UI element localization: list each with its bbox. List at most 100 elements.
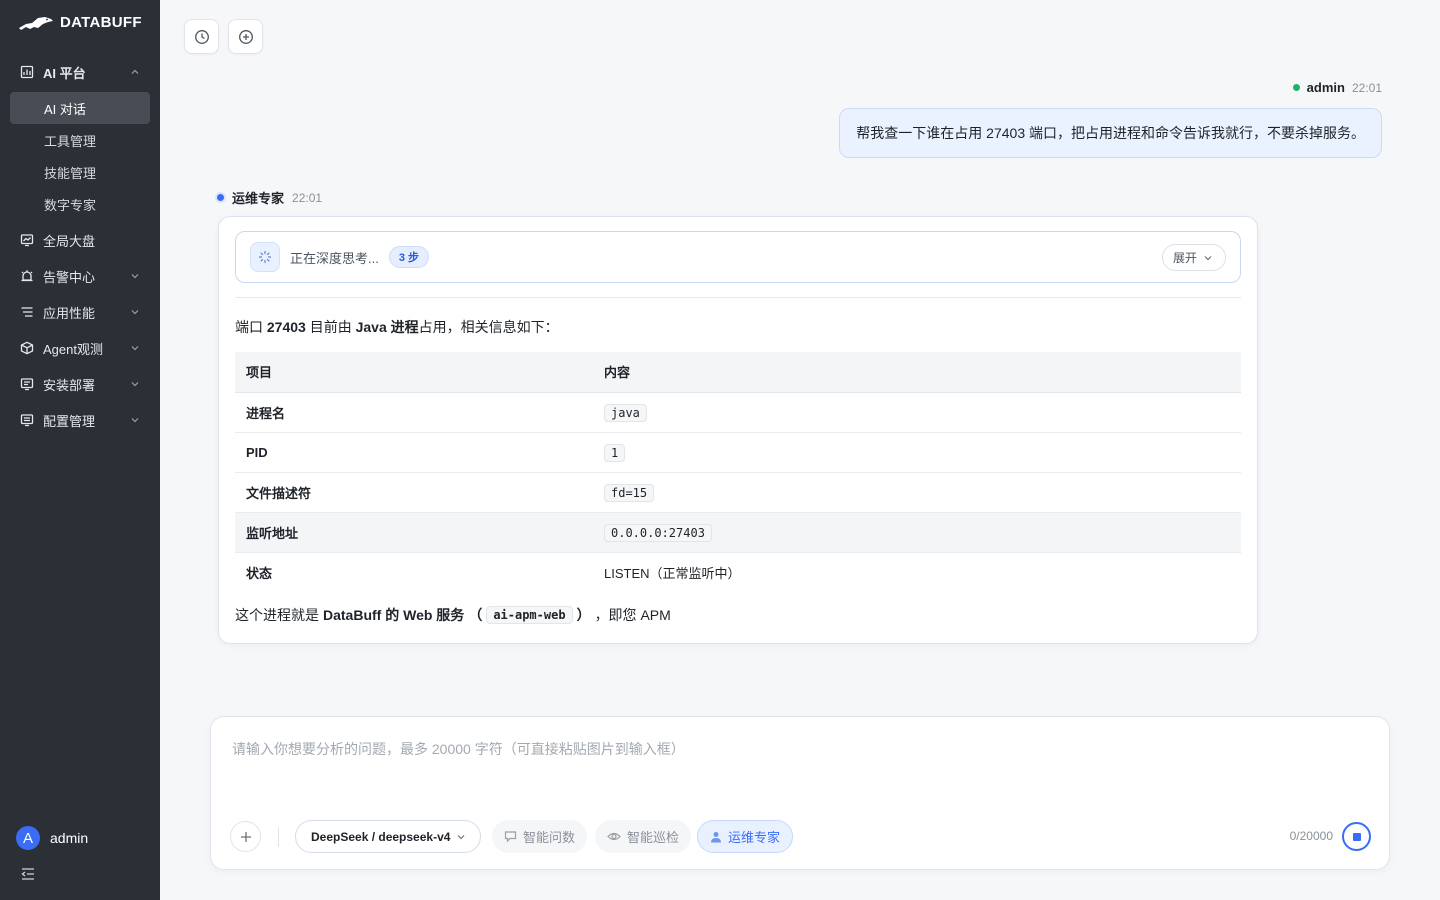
agent-name: 运维专家 [232,191,285,206]
plus-circle-icon [238,29,253,44]
table-header-cell: 项目 [246,365,273,381]
code-value: java [604,403,647,422]
sidebar-item-ai-chat[interactable]: AI 对话 [10,92,150,124]
user-message-name: admin [1306,80,1345,95]
table-header-row: 项目 内容 [235,352,1241,392]
chat-input[interactable]: 请输入你想要分析的问题，最多 20000 字符（可直接粘贴图片到输入框） [232,739,685,759]
stop-button[interactable] [1342,822,1371,851]
intro-text: 端口 [235,319,267,335]
chevron-down-icon [457,834,465,839]
nav-app-performance[interactable]: 应用性能 [10,296,150,328]
divider [235,297,1241,298]
outro-text: 这个进程就是 [235,607,319,623]
intro-port: 27403 [266,319,306,335]
plus-icon [240,831,251,842]
mode-ops-expert[interactable]: 运维专家 [697,820,794,853]
mode-label: 智能巡检 [627,830,680,845]
chevron-down-icon [131,418,139,423]
logo-text: DATABUFF [60,14,142,31]
composer[interactable]: 请输入你想要分析的问题，最多 20000 字符（可直接粘贴图片到输入框） Dee… [210,716,1390,870]
sub-label: 数字专家 [44,197,97,213]
model-label: DeepSeek / deepseek-v4 [311,829,451,844]
sidebar-item-tools[interactable]: 工具管理 [10,124,150,156]
mode-smart-query[interactable]: 智能问数 [492,820,588,853]
table-value-cell: java [593,392,1241,432]
sub-label: 技能管理 [44,165,97,181]
agent-message-meta: 运维专家 22:01 [217,188,322,207]
thinking-panel[interactable]: 正在深度思考... 3 步 展开 [235,231,1241,283]
expand-label: 展开 [1172,251,1197,265]
code-value: 0.0.0.0:27403 [604,523,712,542]
intro-process: Java 进程 [355,319,419,335]
nav-global-dashboard[interactable]: 全局大盘 [10,224,150,256]
outro-text: ，即您 APM [594,607,671,623]
nav-install-deploy[interactable]: 安装部署 [10,368,150,400]
agent-dot [217,194,224,201]
logo[interactable]: DATABUFF [18,14,142,31]
table-value-cell: 0.0.0.0:27403 [593,512,1241,552]
nav-alarm-center[interactable]: 告警中心 [10,260,150,292]
clock-icon [194,29,209,44]
cube-icon [20,341,34,355]
table-key-cell: PID [246,444,268,460]
online-dot [1292,84,1300,91]
chart-icon [20,65,34,79]
steps-badge: 3 步 [388,246,430,268]
chevron-down-icon [131,310,139,315]
nav-ai-platform[interactable]: AI 平台 [10,56,150,88]
panther-logo-icon [19,16,53,30]
attach-button[interactable] [230,821,261,852]
table-key-cell: 监听地址 [246,525,299,541]
alarm-icon [20,269,34,283]
spinner-icon [250,242,280,272]
agent-message-card: 正在深度思考... 3 步 展开 端口 27403 目前由 Java 进程占用，… [218,216,1258,644]
intro-text: 目前由 [305,319,356,335]
nav-config-management[interactable]: 配置管理 [10,404,150,436]
nav-agent-observe[interactable]: Agent观测 [10,332,150,364]
nav-label: Agent观测 [43,341,103,357]
code-value: fd=15 [604,483,655,502]
table-row: 监听地址 0.0.0.0:27403 [235,512,1241,552]
separator [278,827,279,847]
mode-label: 运维专家 [728,830,781,845]
user-profile[interactable]: A admin [16,826,88,850]
table-value-cell: 1 [593,432,1241,472]
process-info-table: 项目 内容 进程名 java PID 1 文件描述符 fd=15 监听地址 0.… [235,352,1241,592]
new-chat-button[interactable] [228,19,263,54]
stop-icon [1352,832,1361,841]
outro-paren: ） [576,607,591,623]
sub-label: AI 对话 [44,101,86,117]
sidebar-item-digital-expert[interactable]: 数字专家 [10,188,150,220]
deploy-icon [20,377,34,391]
mode-label: 智能问数 [523,830,576,845]
table-key-cell: 文件描述符 [246,485,312,501]
nav-label: 告警中心 [43,269,96,285]
user-name: admin [50,830,89,846]
code-value: ai-apm-web [486,606,573,624]
sidebar: DATABUFF AI 平台 AI 对话 工具管理 技能管理 数字专家 全局大盘… [0,0,160,900]
history-button[interactable] [184,19,219,54]
model-select[interactable]: DeepSeek / deepseek-v4 [295,820,482,853]
nav-label: 全局大盘 [43,233,96,249]
list-icon [20,305,34,319]
table-row: 文件描述符 fd=15 [235,472,1241,512]
expand-button[interactable]: 展开 [1161,244,1226,271]
table-key-cell: 状态 [246,565,273,581]
config-icon [20,413,34,427]
user-message-time: 22:01 [1351,80,1382,95]
chevron-down-icon [131,382,139,387]
user-message-bubble: 帮我查一下谁在占用 27403 端口，把占用进程和命令告诉我就行，不要杀掉服务。 [839,108,1382,158]
nav-label: 安装部署 [43,377,96,393]
sidebar-item-skills[interactable]: 技能管理 [10,156,150,188]
code-value: 1 [604,443,626,462]
outro-bold: DataBuff 的 Web 服务 [323,607,465,623]
avatar: A [16,826,40,850]
sub-label: 工具管理 [44,133,97,149]
thinking-text: 正在深度思考... [290,250,379,266]
table-row: 进程名 java [235,392,1241,432]
eye-icon [607,832,621,841]
chevron-down-icon [1204,255,1212,260]
mode-smart-inspection[interactable]: 智能巡检 [595,820,692,853]
collapse-sidebar-icon[interactable] [20,866,36,882]
chevron-down-icon [131,274,139,279]
